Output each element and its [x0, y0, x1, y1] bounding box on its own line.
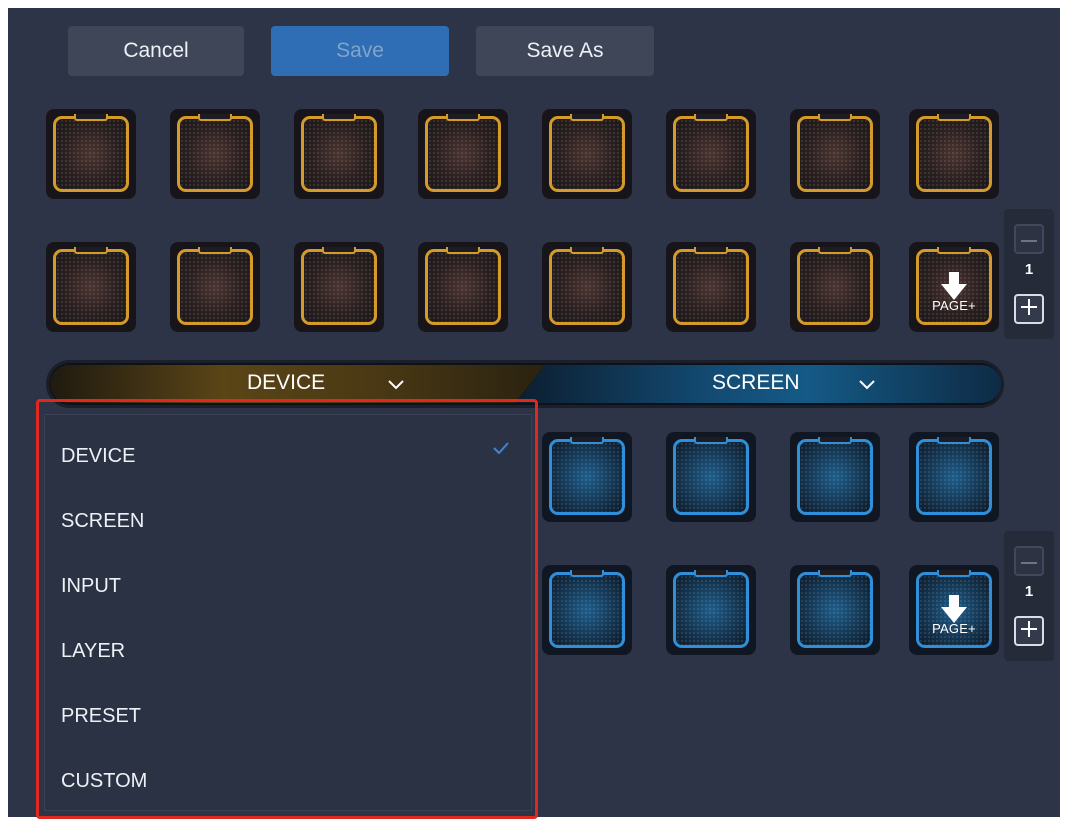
screen-key[interactable]	[666, 432, 756, 522]
arrow-down-icon	[941, 595, 967, 623]
device-category-dropdown: DEVICE SCREEN INPUT LAYER PRESET CUSTOM	[44, 414, 532, 811]
save-button[interactable]: Save	[271, 26, 449, 76]
device-key[interactable]	[790, 109, 880, 199]
chevron-down-icon	[388, 377, 404, 395]
device-key[interactable]	[790, 242, 880, 332]
chevron-down-icon	[859, 377, 875, 395]
dropdown-item-custom[interactable]: CUSTOM	[61, 770, 147, 793]
screen-key[interactable]	[542, 432, 632, 522]
screen-page-number: 1	[1024, 583, 1034, 600]
device-key[interactable]	[542, 109, 632, 199]
page-key-label: PAGE+	[932, 621, 976, 636]
dropdown-item-input[interactable]: INPUT	[61, 575, 121, 598]
device-page-control: 1	[1004, 209, 1054, 339]
plus-icon	[1021, 620, 1037, 642]
dropdown-item-screen[interactable]: SCREEN	[61, 510, 144, 533]
device-key[interactable]	[294, 242, 384, 332]
device-key[interactable]	[294, 109, 384, 199]
page-key-label: PAGE+	[932, 298, 976, 313]
device-page-minus-button[interactable]	[1014, 224, 1044, 254]
dropdown-item-preset[interactable]: PRESET	[61, 705, 141, 728]
save-as-button[interactable]: Save As	[476, 26, 654, 76]
screen-page-key[interactable]: PAGE+	[909, 565, 999, 655]
screen-key[interactable]	[790, 432, 880, 522]
device-page-key[interactable]: PAGE+	[909, 242, 999, 332]
arrow-down-icon	[941, 272, 967, 300]
screen-category-select[interactable]: SCREEN	[516, 365, 1001, 403]
cancel-button[interactable]: Cancel	[68, 26, 244, 76]
device-page-plus-button[interactable]	[1014, 294, 1044, 324]
device-key[interactable]	[46, 242, 136, 332]
screen-key[interactable]	[909, 432, 999, 522]
screen-page-plus-button[interactable]	[1014, 616, 1044, 646]
screen-key[interactable]	[666, 565, 756, 655]
dropdown-item-device[interactable]: DEVICE	[61, 445, 135, 468]
device-key[interactable]	[542, 242, 632, 332]
device-key[interactable]	[46, 109, 136, 199]
screen-page-control: 1	[1004, 531, 1054, 661]
device-tab-label: DEVICE	[247, 371, 326, 394]
check-icon	[493, 441, 509, 459]
dropdown-item-layer[interactable]: LAYER	[61, 640, 125, 663]
device-page-number: 1	[1024, 261, 1034, 278]
screen-page-minus-button[interactable]	[1014, 546, 1044, 576]
device-key[interactable]	[418, 109, 508, 199]
device-key[interactable]	[666, 242, 756, 332]
device-key[interactable]	[170, 242, 260, 332]
minus-icon	[1021, 552, 1037, 570]
screen-tab-label: SCREEN	[712, 371, 800, 394]
device-category-select[interactable]: DEVICE	[50, 365, 545, 403]
screen-key[interactable]	[542, 565, 632, 655]
device-key[interactable]	[909, 109, 999, 199]
plus-icon	[1021, 298, 1037, 320]
screen-key[interactable]	[790, 565, 880, 655]
minus-icon	[1021, 230, 1037, 248]
device-key[interactable]	[170, 109, 260, 199]
device-key[interactable]	[666, 109, 756, 199]
device-key[interactable]	[418, 242, 508, 332]
category-tab-bar: DEVICE SCREEN	[46, 360, 1004, 408]
